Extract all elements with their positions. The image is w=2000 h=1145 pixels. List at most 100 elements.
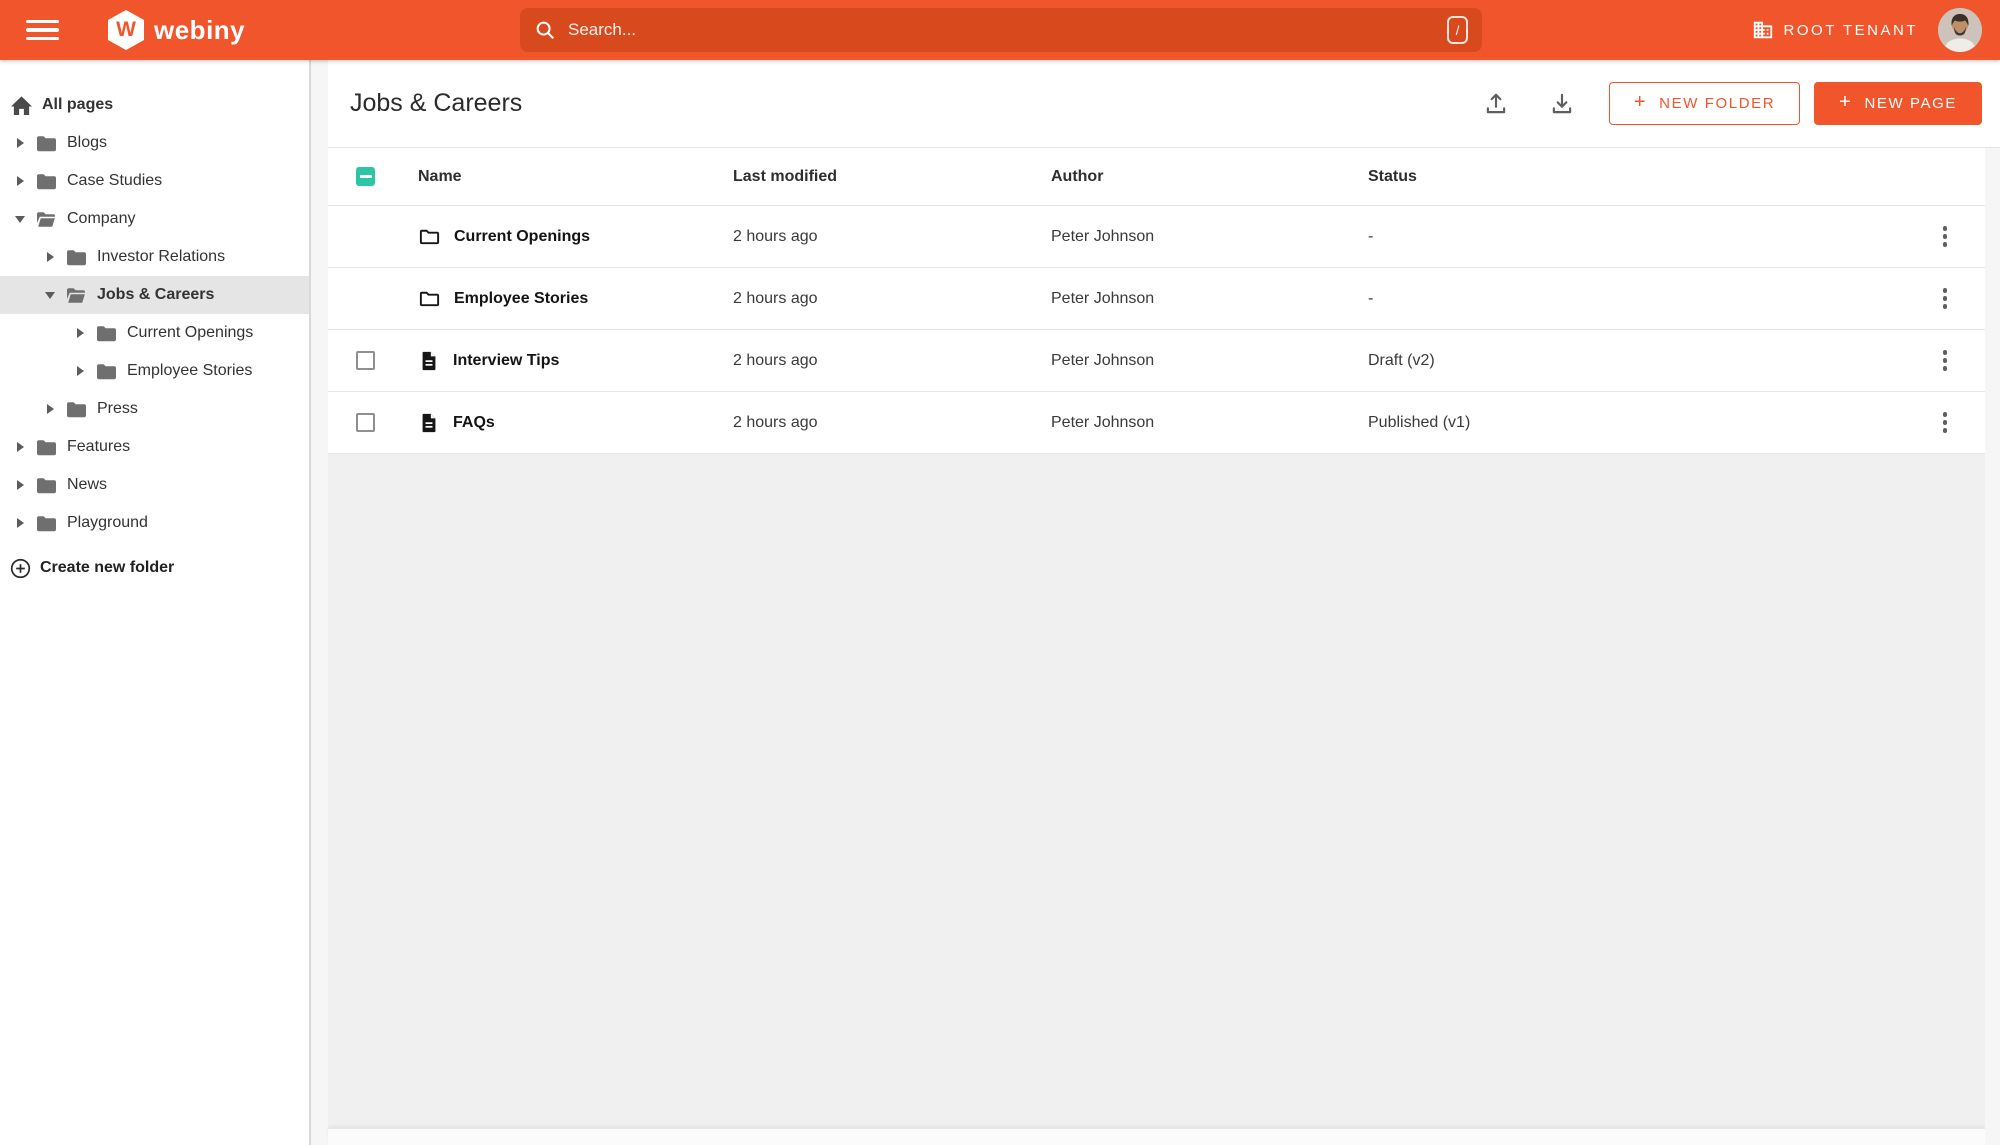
row-status: Draft (v2) [1368,351,1435,369]
folder-open-icon [36,211,56,228]
webiny-logo: W webiny [108,10,245,50]
tree-item-label: Investor Relations [97,248,226,265]
list-zone: Name Last modified Author Status Current… [328,148,2000,1145]
pages-list: Name Last modified Author Status Current… [328,148,1985,1145]
hamburger-menu-icon[interactable] [26,16,60,44]
tree-item-all-pages[interactable]: All pages [0,86,309,124]
tree-item-playground[interactable]: Playground [0,504,309,542]
row-name: Current Openings [454,227,591,245]
chevron-right-icon[interactable] [75,365,87,377]
folder-outline-icon [419,291,440,307]
global-search[interactable]: / [520,8,1482,52]
import-pages-button[interactable] [1543,85,1581,123]
row-status: - [1368,289,1374,307]
row-modified: 2 hours ago [733,351,818,369]
row-checkbox[interactable] [356,351,375,370]
empty-list-area [328,454,1985,1128]
create-new-folder-button[interactable]: Create new folder [0,549,174,587]
tree-item-features[interactable]: Features [0,428,309,466]
circle-plus-icon [10,558,31,578]
tenant-selector[interactable]: ROOT TENANT [1752,19,1918,41]
column-header-author: Author [1051,167,1104,185]
new-folder-label: NEW FOLDER [1659,95,1776,112]
row-author: Peter Johnson [1051,289,1155,307]
tree-item-label: Features [67,438,131,455]
tree-item-blogs[interactable]: Blogs [0,124,309,162]
tree-item-label: All pages [42,96,114,113]
topbar: W webiny / ROOT TENANT [0,0,2000,60]
topbar-right: ROOT TENANT [1752,0,1982,60]
chevron-right-icon[interactable] [15,441,27,453]
app-body: All pages Blogs Case Studies Company Inv… [0,60,2000,1145]
tree-item-current-openings[interactable]: Current Openings [0,314,309,352]
chevron-down-icon[interactable] [45,289,57,301]
slash-shortcut-badge: / [1447,16,1468,44]
select-all-checkbox[interactable] [356,167,375,186]
table-row-interview-tips[interactable]: Interview Tips 2 hours ago Peter Johnson… [328,330,1985,392]
column-header-modified: Last modified [733,167,838,185]
page-title: Jobs & Careers [350,89,523,117]
main-content: Jobs & Careers + NEW FOLDER + NEW PAGE N… [328,60,2000,1145]
row-actions-kebab-icon[interactable] [1937,344,1954,377]
folder-icon [36,135,56,152]
folder-tree-sidebar: All pages Blogs Case Studies Company Inv… [0,60,311,1145]
tree-item-label: Blogs [67,134,108,151]
plus-icon: + [1839,91,1853,113]
home-icon [10,95,33,116]
table-row-faqs[interactable]: FAQs 2 hours ago Peter Johnson Published… [328,392,1985,454]
webiny-hexagon-icon: W [108,10,144,50]
new-page-button[interactable]: + NEW PAGE [1814,82,1982,125]
tree-item-employee-stories[interactable]: Employee Stories [0,352,309,390]
chevron-right-icon[interactable] [15,137,27,149]
chevron-right-icon[interactable] [75,327,87,339]
tree-item-jobs-careers[interactable]: Jobs & Careers [0,276,309,314]
row-actions-kebab-icon[interactable] [1937,282,1954,315]
tree-item-label: Employee Stories [127,362,253,379]
tree-item-label: Jobs & Careers [97,286,215,303]
row-author: Peter Johnson [1051,351,1155,369]
row-name: FAQs [453,413,495,431]
row-author: Peter Johnson [1051,413,1155,431]
webiny-wordmark: webiny [154,14,246,45]
pages-table: Name Last modified Author Status Current… [328,148,1985,454]
chevron-right-icon[interactable] [45,403,57,415]
row-actions-kebab-icon[interactable] [1937,406,1954,439]
row-name: Employee Stories [454,289,589,307]
chevron-right-icon[interactable] [15,517,27,529]
tree-item-case-studies[interactable]: Case Studies [0,162,309,200]
page-document-icon [422,413,436,432]
folder-icon [36,439,56,456]
search-icon [536,21,554,39]
plus-icon: + [1633,91,1648,113]
table-row-current-openings[interactable]: Current Openings 2 hours ago Peter Johns… [328,206,1985,268]
row-modified: 2 hours ago [733,227,818,245]
list-footer-bar [328,1128,1985,1145]
row-actions-kebab-icon[interactable] [1937,220,1954,253]
chevron-right-icon[interactable] [45,251,57,263]
tree-item-company[interactable]: Company [0,200,309,238]
folder-icon [36,173,56,190]
tree-item-label: Current Openings [127,324,254,341]
chevron-right-icon[interactable] [15,175,27,187]
export-pages-button[interactable] [1477,85,1515,123]
chevron-down-icon[interactable] [15,213,27,225]
download-icon [1552,93,1572,113]
header-actions: + NEW FOLDER + NEW PAGE [1477,82,1982,125]
table-row-employee-stories[interactable]: Employee Stories 2 hours ago Peter Johns… [328,268,1985,330]
tree-item-news[interactable]: News [0,466,309,504]
folder-outline-icon [419,229,440,245]
row-checkbox[interactable] [356,413,375,432]
row-name: Interview Tips [453,351,560,369]
sidebar-scroll-gutter[interactable] [311,60,328,1145]
row-modified: 2 hours ago [733,289,818,307]
tree-item-investor-relations[interactable]: Investor Relations [0,238,309,276]
row-author: Peter Johnson [1051,227,1155,245]
folder-open-icon [66,287,86,304]
folder-icon [36,515,56,532]
new-folder-button[interactable]: + NEW FOLDER [1608,82,1801,125]
search-input[interactable] [568,20,1447,40]
user-avatar[interactable] [1938,8,1982,52]
list-scrollbar-gutter[interactable] [1985,148,2000,1145]
chevron-right-icon[interactable] [15,479,27,491]
tree-item-press[interactable]: Press [0,390,309,428]
